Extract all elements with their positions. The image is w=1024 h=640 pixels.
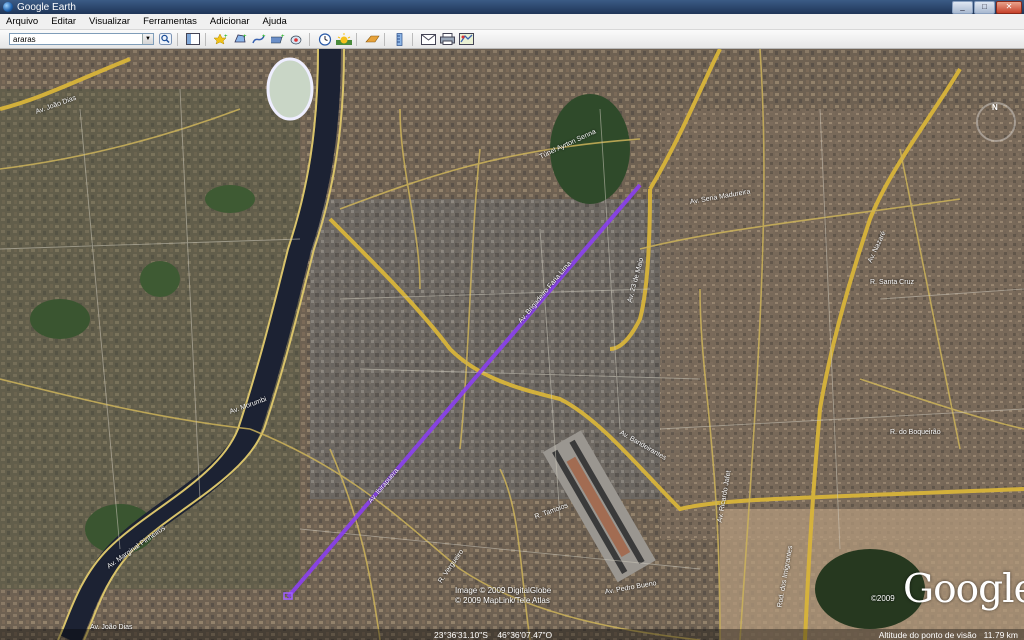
logo-year: ©2009: [871, 594, 895, 603]
google-logo: Google: [903, 567, 1024, 612]
minimize-button[interactable]: _: [952, 0, 973, 14]
pointer-coordinates: 23°36'31.10"S 46°36'07.47"O: [434, 630, 553, 640]
window-title: Google Earth: [17, 1, 76, 13]
record-tour-icon[interactable]: [289, 32, 305, 46]
satellite-imagery: [0, 49, 1024, 640]
imagery-copyright-line1: Image © 2009 DigitalGlobe: [455, 586, 552, 595]
svg-text:+: +: [243, 34, 247, 40]
print-icon[interactable]: [439, 32, 455, 46]
search-box[interactable]: ▼: [9, 33, 154, 45]
close-button[interactable]: ✕: [996, 0, 1022, 14]
email-icon[interactable]: [420, 32, 436, 46]
menu-bar: Arquivo Editar Visualizar Ferramentas Ad…: [0, 14, 1024, 30]
svg-text:+: +: [224, 34, 228, 40]
google-earth-icon: [3, 2, 13, 12]
image-overlay-icon[interactable]: +: [270, 32, 286, 46]
historical-imagery-icon[interactable]: [317, 32, 333, 46]
satellite-map-view[interactable]: Av. João Dias Av. Marginal Pinheiros Av.…: [0, 49, 1024, 640]
sidebar-icon[interactable]: [185, 32, 201, 46]
menu-adicionar[interactable]: Adicionar: [204, 16, 257, 27]
ruler-icon[interactable]: [392, 32, 408, 46]
road-label: R. do Boqueirão: [890, 429, 941, 436]
status-bar: 23°36'31.10"S 46°36'07.47"O Altitude do …: [0, 629, 1024, 640]
navigation-compass[interactable]: N: [976, 102, 1016, 142]
search-dropdown-button[interactable]: ▼: [142, 34, 153, 44]
menu-visualizar[interactable]: Visualizar: [83, 16, 137, 27]
switch-to-sky-icon[interactable]: [364, 32, 380, 46]
svg-text:+: +: [262, 34, 266, 40]
toolbar: ▼ + + + +: [0, 30, 1024, 49]
menu-ajuda[interactable]: Ajuda: [257, 16, 294, 27]
menu-editar[interactable]: Editar: [45, 16, 83, 27]
path-icon[interactable]: +: [251, 32, 267, 46]
eye-altitude: Altitude do ponto de visão 11.79 km: [878, 630, 1018, 640]
search-input[interactable]: [10, 34, 141, 44]
view-in-maps-icon[interactable]: [458, 32, 474, 46]
search-icon[interactable]: [157, 32, 173, 46]
sunlight-icon[interactable]: [336, 32, 352, 46]
menu-ferramentas[interactable]: Ferramentas: [137, 16, 204, 27]
maximize-button[interactable]: □: [974, 0, 995, 14]
menu-arquivo[interactable]: Arquivo: [0, 16, 45, 27]
placemark-icon[interactable]: +: [213, 32, 229, 46]
road-label: R. Santa Cruz: [870, 279, 914, 286]
compass-north-label: N: [992, 103, 998, 112]
title-bar: Google Earth _ □ ✕: [0, 0, 1024, 14]
svg-text:+: +: [281, 34, 285, 40]
imagery-copyright-line2: © 2009 MapLink/Tele Atlas: [455, 596, 550, 605]
imagery-copyright: Image © 2009 DigitalGlobe © 2009 MapLink…: [455, 586, 551, 606]
polygon-icon[interactable]: +: [232, 32, 248, 46]
